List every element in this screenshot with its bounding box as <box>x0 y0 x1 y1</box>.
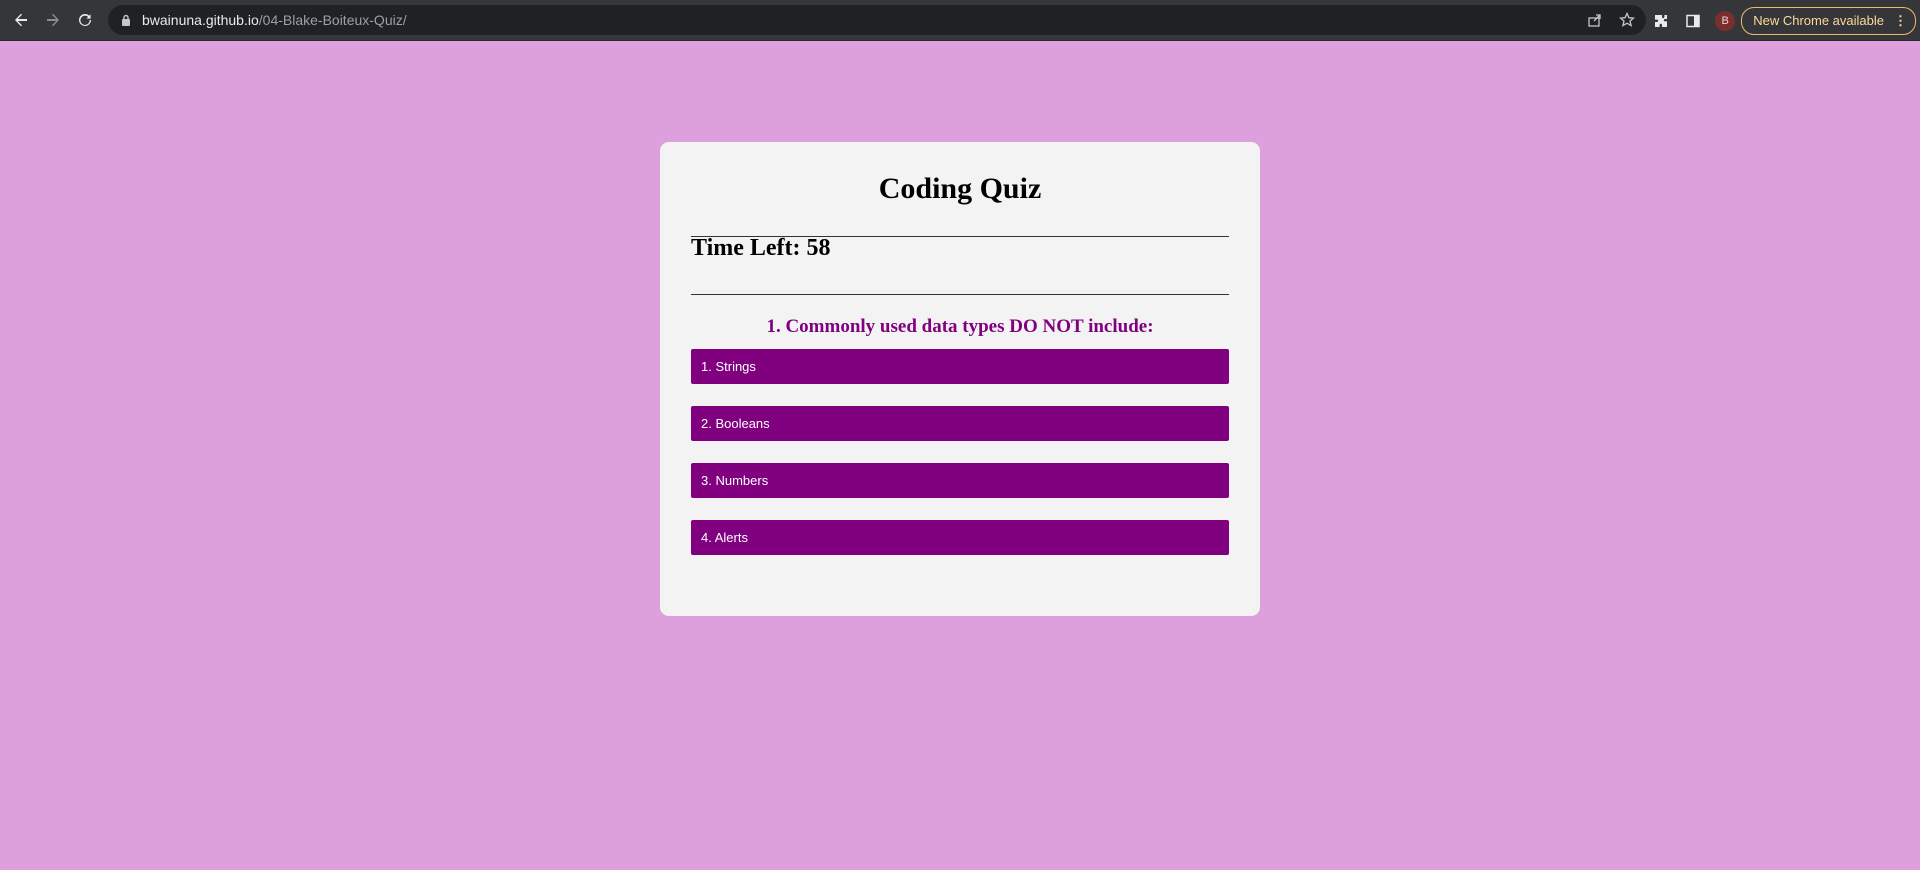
answer-button-2[interactable]: 2. Booleans <box>691 406 1229 441</box>
question-text: 1. Commonly used data types DO NOT inclu… <box>766 316 1154 337</box>
answer-button-4[interactable]: 4. Alerts <box>691 520 1229 555</box>
star-icon[interactable] <box>1616 9 1638 31</box>
quiz-card: Coding Quiz Time Left: 58 1. Commonly us… <box>660 142 1260 616</box>
divider-bottom <box>691 294 1229 295</box>
side-panel-icon[interactable] <box>1677 5 1709 37</box>
answer-button-1[interactable]: 1. Strings <box>691 349 1229 384</box>
lock-icon[interactable] <box>120 13 132 27</box>
avatar[interactable]: B <box>1715 10 1736 31</box>
more-icon: ⋮ <box>1894 12 1907 28</box>
answer-button-3[interactable]: 3. Numbers <box>691 463 1229 498</box>
url-domain: bwainuna.github.io <box>142 12 259 28</box>
reload-icon[interactable] <box>69 4 101 36</box>
update-label: New Chrome available <box>1753 13 1884 28</box>
extensions-icon[interactable] <box>1645 5 1677 37</box>
page-viewport: Coding Quiz Time Left: 58 1. Commonly us… <box>0 41 1920 870</box>
page-title: Coding Quiz <box>878 172 1042 205</box>
url-path: /04-Blake-Boiteux-Quiz/ <box>258 12 407 28</box>
update-chrome-button[interactable]: New Chrome available ⋮ <box>1741 6 1916 35</box>
share-icon[interactable] <box>1584 9 1606 31</box>
timer-display: Time Left: 58 <box>691 235 831 261</box>
browser-toolbar: bwainuna.github.io/04-Blake-Boiteux-Quiz… <box>0 0 1920 41</box>
forward-icon[interactable] <box>37 4 69 36</box>
address-bar[interactable]: bwainuna.github.io/04-Blake-Boiteux-Quiz… <box>108 5 1646 35</box>
back-icon[interactable] <box>5 4 37 36</box>
